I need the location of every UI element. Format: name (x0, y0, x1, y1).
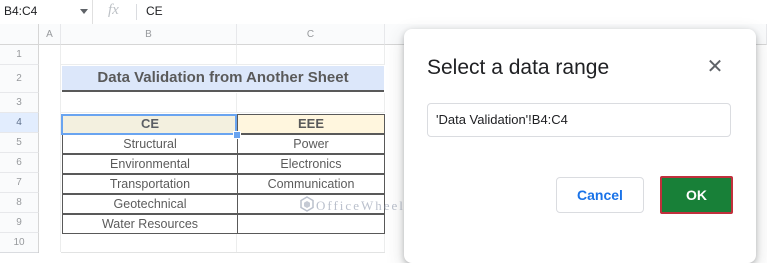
formula-input[interactable]: CE (146, 4, 163, 18)
officewheel-logo (300, 196, 314, 212)
formula-bar: B4:C4 fx CE (0, 0, 767, 25)
name-box[interactable]: B4:C4 (0, 0, 93, 24)
range-input[interactable]: 'Data Validation'!B4:C4 (427, 103, 731, 137)
close-icon[interactable]: ✕ (703, 55, 727, 79)
fx-icon: fx (108, 2, 119, 18)
select-data-range-dialog: Select a data range ✕ 'Data Validation'!… (404, 29, 756, 263)
ok-button[interactable]: OK (660, 176, 733, 214)
watermark: OfficeWheel (316, 198, 405, 213)
formula-divider (136, 4, 137, 20)
dialog-title: Select a data range (427, 56, 610, 79)
name-box-value[interactable]: B4:C4 (4, 4, 37, 18)
cancel-button[interactable]: Cancel (556, 177, 644, 213)
chevron-down-icon[interactable] (80, 9, 88, 14)
